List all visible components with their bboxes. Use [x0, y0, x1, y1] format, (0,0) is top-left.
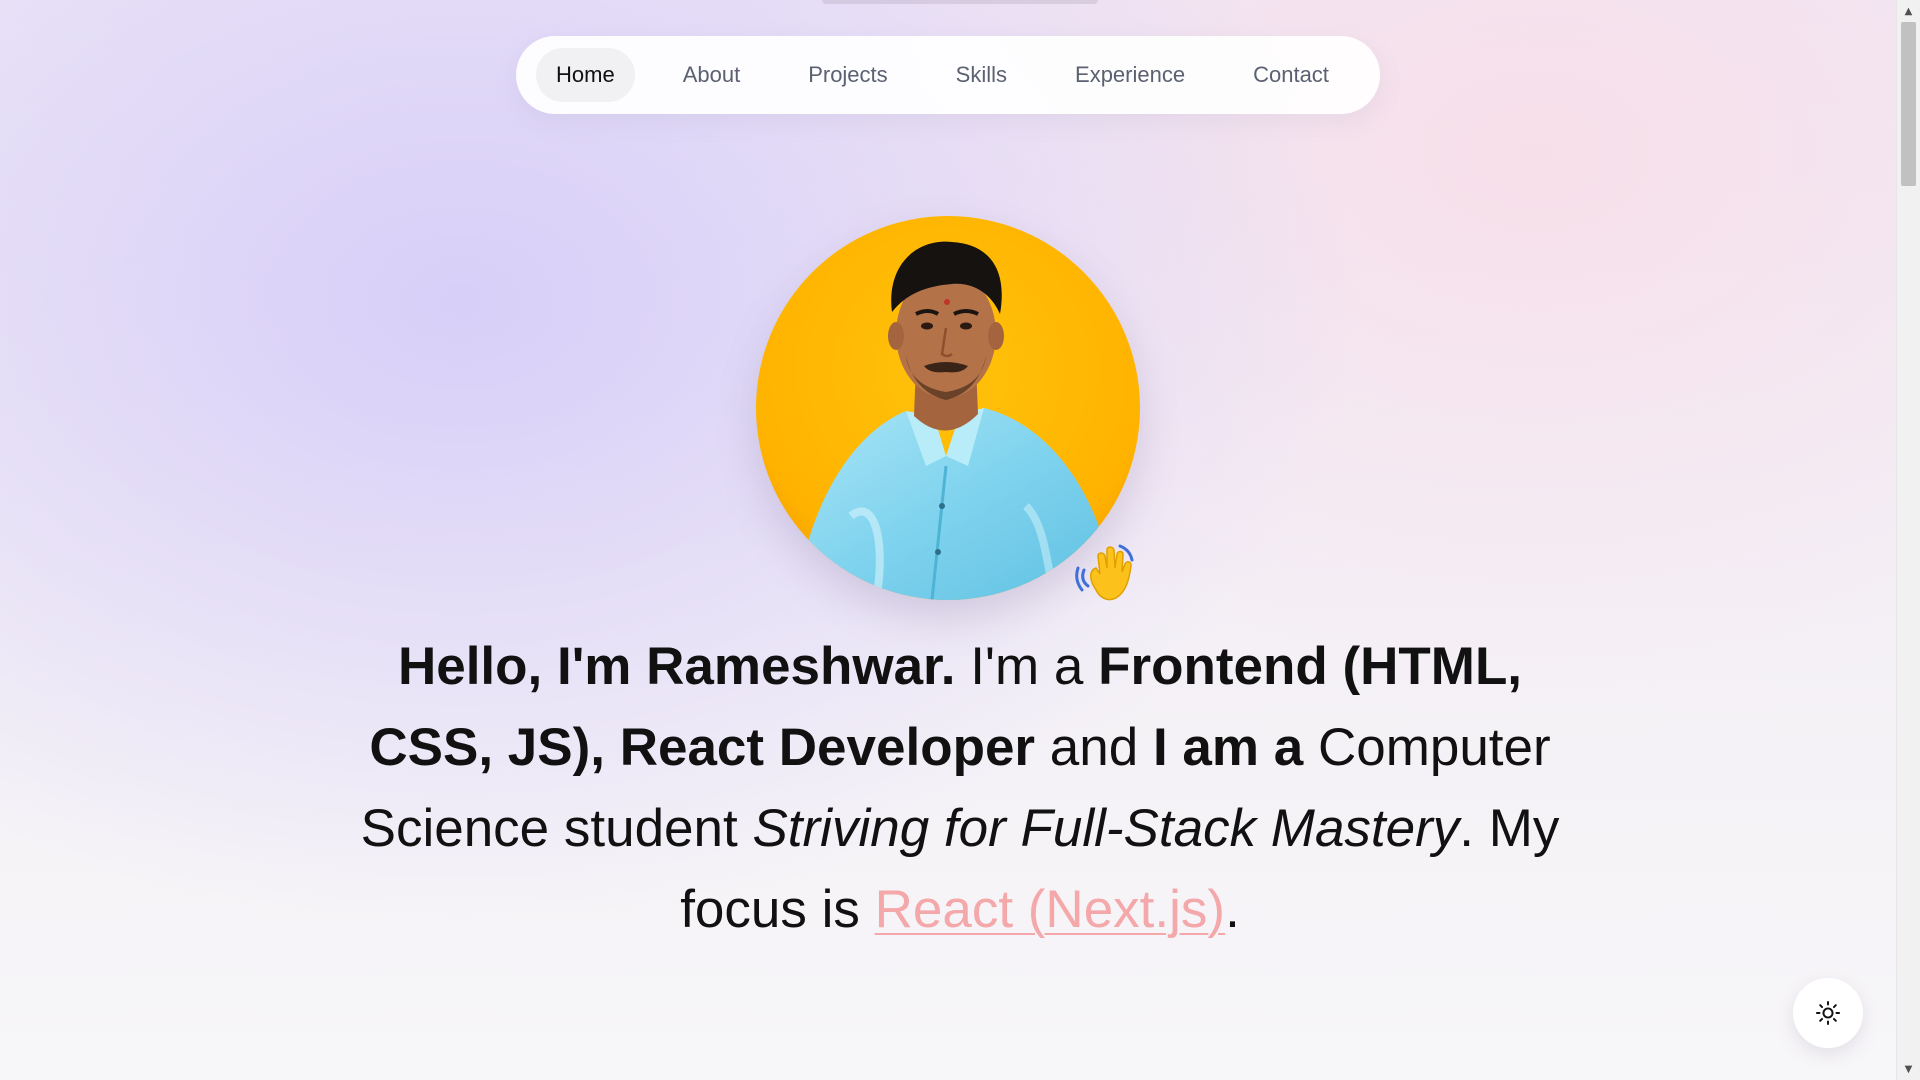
- scroll-up-arrow-icon[interactable]: ▲: [1897, 2, 1920, 20]
- profile-avatar-container: [756, 216, 1140, 601]
- nav-item-skills[interactable]: Skills: [936, 48, 1027, 102]
- theme-toggle-button[interactable]: [1793, 978, 1863, 1048]
- nav-item-projects[interactable]: Projects: [788, 48, 907, 102]
- sun-icon: [1815, 1000, 1841, 1026]
- intro-and: and: [1035, 718, 1153, 777]
- intro-i-am-a: I am a: [1152, 718, 1304, 777]
- intro-period: .: [1225, 880, 1240, 939]
- scroll-down-arrow-icon[interactable]: ▼: [1897, 1060, 1920, 1078]
- intro-hello: Hello, I'm Rameshwar.: [397, 637, 956, 696]
- main-nav: Home About Projects Skills Experience Co…: [516, 36, 1380, 114]
- nav-item-experience[interactable]: Experience: [1055, 48, 1205, 102]
- intro-striving: Striving for Full-Stack Mastery: [752, 799, 1460, 858]
- intro-headline: Hello, I'm Rameshwar. I'm a Frontend (HT…: [360, 626, 1560, 950]
- page-scrollbar[interactable]: ▲ ▼: [1896, 0, 1920, 1080]
- intro-im-a: I'm a: [955, 637, 1099, 696]
- nav-item-contact[interactable]: Contact: [1233, 48, 1349, 102]
- focus-link[interactable]: React (Next.js): [875, 880, 1225, 939]
- waving-hand-icon: [1074, 540, 1138, 604]
- nav-item-home[interactable]: Home: [536, 48, 635, 102]
- scrollbar-thumb[interactable]: [1901, 22, 1916, 186]
- nav-item-about[interactable]: About: [663, 48, 761, 102]
- top-edge-element: [822, 0, 1098, 4]
